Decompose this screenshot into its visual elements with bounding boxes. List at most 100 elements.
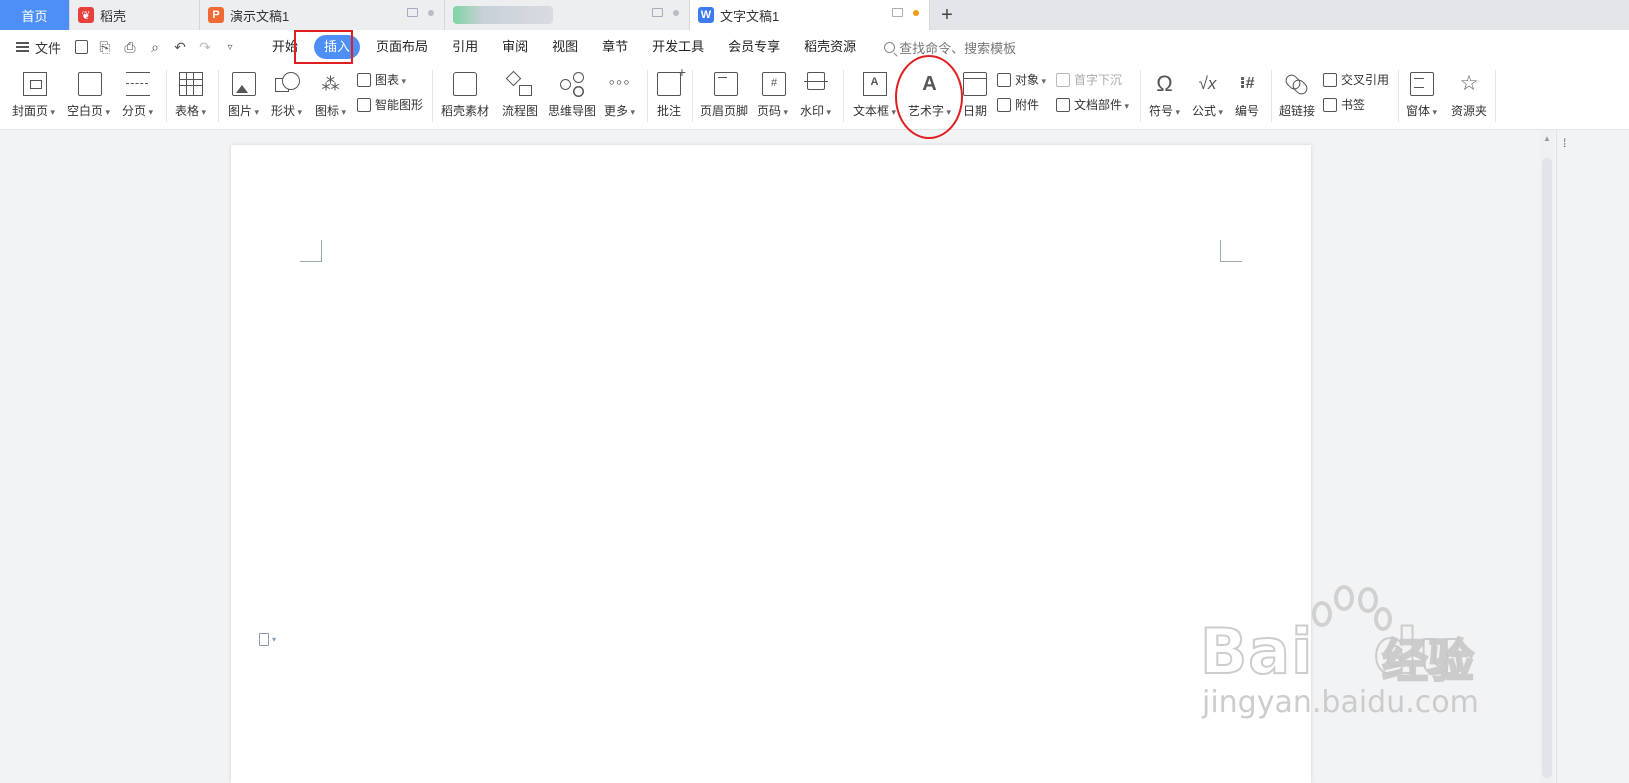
hyperlink-button[interactable]: 超链接 [1279, 64, 1315, 119]
table-icon [178, 72, 203, 96]
ribbon-separator [843, 70, 844, 122]
symbol-label: 符号 [1149, 102, 1180, 119]
save-icon[interactable] [75, 40, 89, 54]
comment-icon [657, 64, 686, 96]
drop-cap-button[interactable]: 首字下沉 [1056, 71, 1122, 88]
page-break-button[interactable]: 分页 [122, 64, 153, 119]
scroll-up-icon[interactable]: ▲ [1543, 134, 1551, 143]
cross-reference-button[interactable]: 交叉引用 [1323, 71, 1389, 88]
doc-part-label: 文档部件 [1074, 96, 1129, 113]
object-icon [997, 72, 1011, 87]
tab-home[interactable]: 首页 [0, 0, 70, 30]
watermark-url: jingyan.baidu.com [1202, 685, 1479, 720]
numbering-icon: ⁝# [1239, 75, 1255, 92]
numbering-label: 编号 [1235, 104, 1260, 118]
document-page[interactable]: ▾ [231, 145, 1311, 783]
more-label: 更多 [604, 102, 635, 119]
vertical-scrollbar[interactable]: ▲ [1540, 130, 1554, 783]
tab-references[interactable]: 引用 [440, 35, 490, 59]
material-store-icon [453, 72, 477, 96]
margin-corner-top-right [1220, 240, 1242, 262]
bookmark-icon [1323, 97, 1337, 112]
more-dots-icon: ◦◦◦ [608, 72, 631, 92]
chart-icon [357, 72, 371, 87]
export-pdf-icon[interactable]: ⎘ [97, 39, 113, 55]
comment-button[interactable]: 批注 [657, 64, 686, 119]
mindmap-button[interactable]: 思维导图 [548, 64, 596, 119]
ribbon-separator [647, 70, 648, 122]
resource-folder-label: 资源夹 [1451, 104, 1488, 118]
object-button[interactable]: 对象 [997, 71, 1046, 88]
docer-material-button[interactable]: 稻壳素材 [441, 64, 489, 119]
date-button[interactable]: 日期 [963, 64, 987, 119]
undo-icon[interactable]: ↶ [172, 39, 188, 55]
icons-button[interactable]: ⁂ 图标 [315, 64, 346, 119]
new-tab-button[interactable]: + [930, 0, 964, 30]
monitor-icon [407, 8, 418, 17]
print-preview-icon[interactable]: ⌕ [147, 39, 163, 55]
file-menu-label: 文件 [35, 40, 62, 56]
page-break-label: 分页 [122, 102, 153, 119]
monitor-icon [892, 8, 903, 17]
paragraph-layout-button[interactable]: ▾ [259, 633, 276, 646]
tab-blurred[interactable] [445, 0, 690, 30]
customize-chevron-icon[interactable]: ▿ [222, 39, 238, 55]
file-menu[interactable]: 文件 [16, 38, 61, 57]
more-button[interactable]: ◦◦◦ 更多 [604, 64, 635, 119]
header-footer-label: 页眉页脚 [700, 104, 749, 118]
command-search[interactable]: 查找命令、搜索模板 [884, 38, 1016, 57]
hamburger-icon [16, 42, 29, 52]
picture-icon [231, 72, 256, 96]
watermark-jingyan-text: 经验 [1381, 633, 1475, 689]
tab-review[interactable]: 审阅 [490, 35, 540, 59]
tab-chapter[interactable]: 章节 [590, 35, 640, 59]
status-dot-icon [428, 9, 434, 16]
attachment-button[interactable]: 附件 [997, 96, 1039, 113]
smart-art-icon [357, 97, 371, 112]
right-side-pane: ⁞ [1556, 130, 1629, 783]
flowchart-button[interactable]: 流程图 [502, 64, 538, 119]
cover-page-button[interactable]: 封面页 [12, 64, 55, 119]
watermark-button[interactable]: 水印 [800, 64, 831, 119]
chart-label: 图表 [375, 71, 406, 88]
tab-docer-resources[interactable]: 稻壳资源 [792, 35, 868, 59]
tab-developer[interactable]: 开发工具 [640, 35, 716, 59]
chart-button[interactable]: 图表 [357, 71, 406, 88]
cross-reference-icon [1323, 72, 1337, 87]
numbering-button[interactable]: ⁝# 编号 [1235, 64, 1259, 119]
smart-art-button[interactable]: 智能图形 [357, 96, 423, 113]
symbol-button[interactable]: Ω 符号 [1149, 64, 1180, 119]
header-footer-icon [713, 72, 738, 96]
ribbon-separator [432, 70, 433, 122]
tab-docer[interactable]: ❦ 稻壳 [70, 0, 200, 30]
doc-part-button[interactable]: 文档部件 [1056, 96, 1129, 113]
tab-member[interactable]: 会员专享 [716, 35, 792, 59]
link-icon [1285, 72, 1309, 96]
page-number-button[interactable]: # 页码 [757, 64, 788, 119]
blurred-tab-content [453, 6, 553, 24]
redo-icon[interactable]: ↷ [197, 39, 213, 55]
scrollbar-thumb[interactable] [1542, 158, 1552, 778]
bookmark-button[interactable]: 书签 [1323, 96, 1365, 113]
picture-button[interactable]: 图片 [228, 64, 259, 119]
formula-button[interactable]: √x 公式 [1192, 64, 1223, 119]
shape-button[interactable]: 形状 [271, 64, 302, 119]
paperclip-icon [997, 97, 1011, 112]
formula-icon: √x [1198, 74, 1217, 93]
print-icon[interactable]: ⎙ [122, 39, 138, 55]
chevron-down-icon: ▾ [272, 635, 277, 644]
icons-label: 图标 [315, 102, 346, 119]
tab-view[interactable]: 视图 [540, 35, 590, 59]
status-dot-icon [673, 9, 679, 16]
form-window-button[interactable]: 窗体 [1406, 64, 1437, 119]
blank-page-button[interactable]: 空白页 [67, 64, 110, 119]
tab-layout[interactable]: 页面布局 [364, 35, 440, 59]
resource-folder-button[interactable]: ☆ 资源夹 [1451, 64, 1487, 119]
textbox-button[interactable]: A 文本框 [853, 64, 896, 119]
tab-home-label: 首页 [21, 8, 48, 24]
header-footer-button[interactable]: 页眉页脚 [700, 64, 748, 119]
tab-writer-doc[interactable]: W 文字文稿1 [690, 0, 930, 30]
attachment-label: 附件 [1015, 98, 1040, 112]
table-button[interactable]: 表格 [175, 64, 206, 119]
tab-presentation[interactable]: P 演示文稿1 [200, 0, 445, 30]
